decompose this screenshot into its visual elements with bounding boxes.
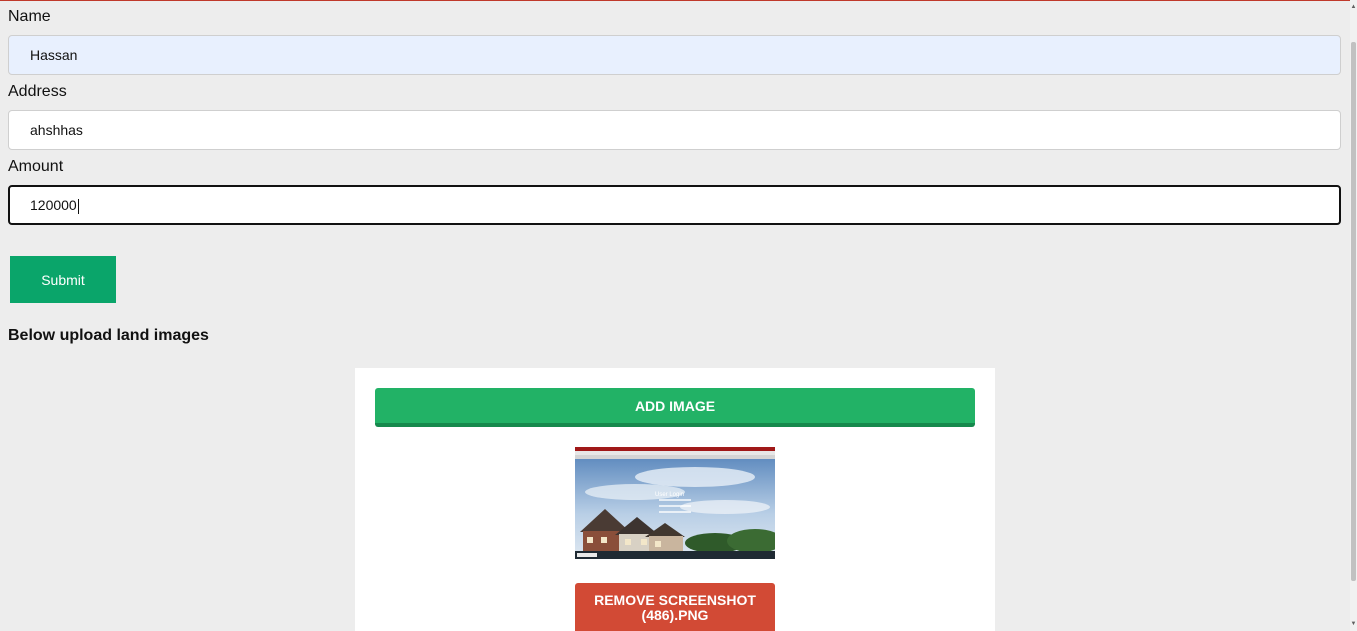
name-label: Name: [8, 8, 51, 25]
amount-input-value: 120000: [30, 197, 77, 213]
remove-image-button[interactable]: REMOVE SCREENSHOT (486).PNG: [575, 583, 775, 631]
thumbnail-caption: User Login: [655, 492, 684, 498]
vertical-scrollbar[interactable]: ▲ ▼: [1350, 0, 1357, 631]
scrollbar-thumb[interactable]: [1351, 42, 1356, 581]
name-input-value: Hassan: [30, 47, 78, 63]
address-label: Address: [8, 83, 67, 100]
scroll-up-icon[interactable]: ▲: [1350, 2, 1357, 12]
upload-heading: Below upload land images: [8, 327, 209, 344]
screenshot-thumbnail-graphic: User Login: [575, 447, 775, 559]
scroll-down-icon[interactable]: ▼: [1350, 619, 1357, 629]
amount-label: Amount: [8, 158, 64, 175]
text-caret: [77, 198, 79, 214]
submit-button[interactable]: Submit: [10, 256, 116, 303]
uploaded-image-preview: User Login: [575, 447, 775, 559]
name-input[interactable]: Hassan: [8, 35, 1341, 75]
top-accent-line: [0, 0, 1357, 1]
add-image-button[interactable]: ADD IMAGE: [375, 388, 975, 427]
image-upload-panel: ADD IMAGE User Login REMOVE SCREENSHOT (…: [355, 368, 995, 631]
address-input-value: ahshhas: [30, 122, 83, 138]
address-input[interactable]: ahshhas: [8, 110, 1341, 150]
amount-input[interactable]: 120000: [8, 185, 1341, 225]
